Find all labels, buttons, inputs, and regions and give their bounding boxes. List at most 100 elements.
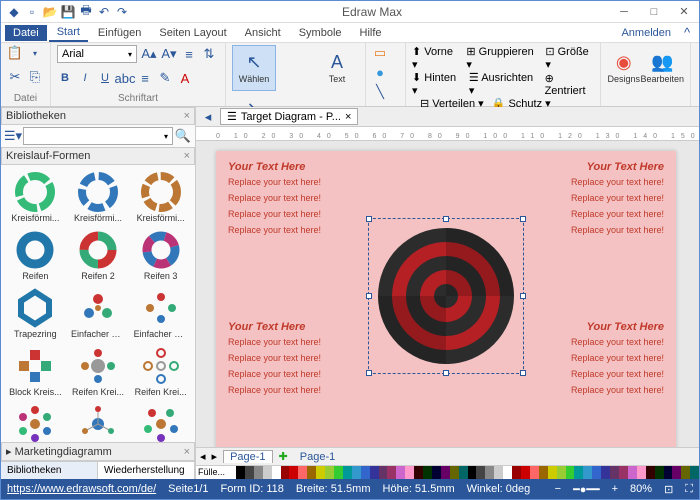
bold-icon[interactable]: B [57, 70, 73, 86]
color-swatch[interactable] [441, 466, 450, 479]
send-back[interactable]: ⬇ Hinten ▾ [412, 71, 461, 97]
shape-item[interactable]: Einfacher K... [130, 285, 191, 341]
menu-symbols[interactable]: Symbole [291, 25, 350, 41]
color-swatch[interactable] [414, 466, 423, 479]
shape-item[interactable]: Kreisförmi... [5, 169, 66, 225]
shape-circle-icon[interactable]: ● [372, 65, 388, 81]
shape-item[interactable]: Reifen Krei... [130, 343, 191, 399]
color-swatch[interactable] [396, 466, 405, 479]
open-icon[interactable]: 📂 [43, 5, 57, 19]
underline-icon[interactable]: U [97, 70, 113, 86]
print-icon[interactable]: 🖶 [79, 5, 93, 19]
status-url[interactable]: https://www.edrawsoft.com/de/ [7, 483, 156, 495]
text-tool[interactable]: AText [315, 45, 359, 91]
resize-handle[interactable] [520, 370, 526, 376]
resize-handle[interactable] [520, 216, 526, 222]
color-swatch[interactable] [263, 466, 272, 479]
fullscreen-icon[interactable]: ⛶ [685, 483, 693, 496]
color-swatch[interactable] [450, 466, 459, 479]
color-swatch[interactable] [494, 466, 503, 479]
align-left-icon[interactable]: ≡ [137, 70, 153, 86]
color-swatch[interactable] [423, 466, 432, 479]
color-swatch[interactable] [521, 466, 530, 479]
tab-libraries[interactable]: Bibliotheken [1, 462, 98, 479]
section-close-icon[interactable]: × [184, 150, 190, 162]
text-heading[interactable]: Your Text Here [228, 161, 378, 173]
designs-button[interactable]: ◉Designs [607, 45, 640, 91]
font-grow-icon[interactable]: A▴ [141, 46, 157, 62]
shape-item[interactable]: Kreisförmi... [68, 169, 129, 225]
menu-file[interactable]: Datei [5, 25, 47, 41]
color-swatch[interactable] [512, 466, 521, 479]
font-color-icon[interactable]: A [177, 70, 193, 86]
bullets-icon[interactable]: ≡ [181, 46, 197, 62]
resize-handle[interactable] [443, 370, 449, 376]
doc-nav-left-icon[interactable]: ◂ [200, 109, 216, 125]
login-link[interactable]: Anmelden [621, 27, 677, 39]
add-page-icon[interactable]: ✚ [279, 450, 288, 463]
shape-item[interactable]: Trapezring [5, 285, 66, 341]
color-swatch[interactable] [583, 466, 592, 479]
color-swatch[interactable] [539, 466, 548, 479]
color-swatch[interactable] [298, 466, 307, 479]
strike-icon[interactable]: abc [117, 70, 133, 86]
canvas[interactable]: Your Text Here Replace your text here!Re… [196, 141, 699, 447]
resize-handle[interactable] [366, 370, 372, 376]
zoom-slider[interactable]: ━●━━ [573, 483, 600, 496]
minimize-button[interactable]: ─ [609, 1, 639, 23]
resize-handle[interactable] [443, 216, 449, 222]
color-swatch[interactable] [236, 466, 245, 479]
menu-view[interactable]: Ansicht [237, 25, 289, 41]
color-swatch[interactable] [574, 466, 583, 479]
shape-item[interactable]: Kreisförmi... [130, 169, 191, 225]
color-swatch[interactable] [343, 466, 352, 479]
color-swatch[interactable] [646, 466, 655, 479]
select-tool[interactable]: ↖Wählen [232, 45, 276, 91]
color-swatch[interactable] [672, 466, 681, 479]
shape-item[interactable]: Reifen [5, 227, 66, 283]
color-swatch[interactable] [503, 466, 512, 479]
color-swatch[interactable] [281, 466, 290, 479]
color-swatch[interactable] [325, 466, 334, 479]
color-swatch[interactable] [352, 466, 361, 479]
paste-icon[interactable]: 📋 [7, 45, 23, 61]
font-selector[interactable]: Arial▾ [57, 45, 137, 63]
cut-icon[interactable]: ✂ [7, 69, 23, 85]
color-swatch[interactable] [459, 466, 468, 479]
color-swatch[interactable] [289, 466, 298, 479]
color-swatch[interactable] [548, 466, 557, 479]
zoom-in-icon[interactable]: + [612, 483, 618, 495]
page-prev-icon[interactable]: ◂ [200, 450, 206, 463]
menu-help[interactable]: Hilfe [352, 25, 390, 41]
color-swatch[interactable] [272, 466, 281, 479]
color-swatch[interactable] [370, 466, 379, 479]
color-swatch[interactable] [655, 466, 664, 479]
document-tab[interactable]: ☰Target Diagram - P...× [220, 108, 358, 125]
lib-menu-icon[interactable]: ☰▾ [5, 128, 21, 144]
color-swatch[interactable] [254, 466, 263, 479]
color-swatch[interactable] [476, 466, 485, 479]
color-palette[interactable]: Fülle... [196, 465, 699, 479]
center-btn[interactable]: ⊕ Zentriert [545, 72, 594, 97]
shape-item[interactable]: Reifen Krei... [68, 343, 129, 399]
close-button[interactable]: ✕ [669, 1, 699, 23]
color-swatch[interactable] [530, 466, 539, 479]
page-tab-2[interactable]: Page-1 [294, 451, 341, 463]
color-swatch[interactable] [361, 466, 370, 479]
menu-start[interactable]: Start [49, 24, 88, 42]
search-input[interactable]: ▾ [23, 127, 173, 145]
library-close-icon[interactable]: × [184, 110, 190, 122]
color-swatch[interactable] [681, 466, 690, 479]
shape-rect-icon[interactable]: ▭ [372, 45, 388, 61]
shape-item[interactable]: Divergiere... [130, 401, 191, 442]
color-swatch[interactable] [690, 466, 699, 479]
page-tab-1[interactable]: Page-1 [223, 450, 272, 463]
redo-icon[interactable]: ↷ [115, 5, 129, 19]
color-swatch[interactable] [405, 466, 414, 479]
shape-item[interactable]: Reifen 2 [68, 227, 129, 283]
color-swatch[interactable] [610, 466, 619, 479]
copy-icon[interactable]: ⎘ [27, 69, 43, 85]
shape-item[interactable]: Divergiere... [68, 401, 129, 442]
color-swatch[interactable] [468, 466, 477, 479]
fit-page-icon[interactable]: ⊡ [664, 483, 673, 496]
